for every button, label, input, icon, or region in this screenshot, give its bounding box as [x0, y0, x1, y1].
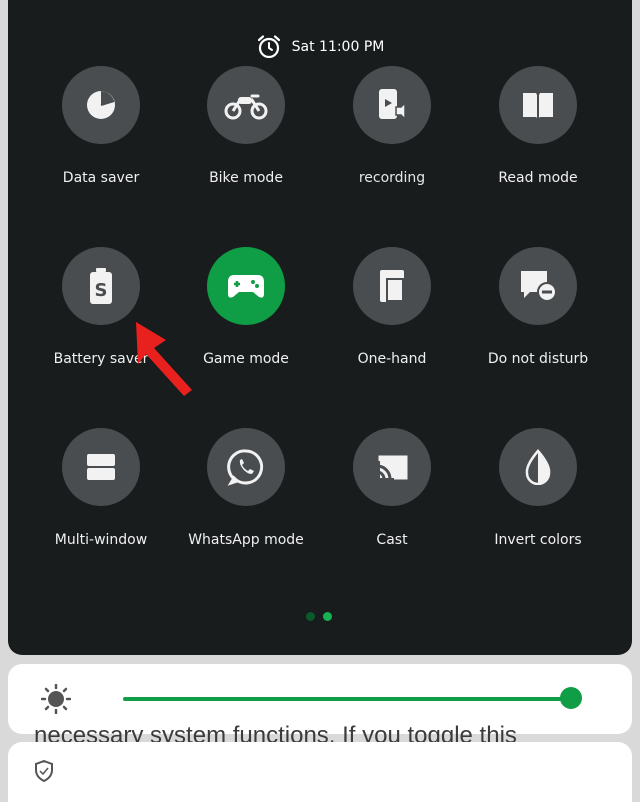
tile-label: WhatsApp mode [188, 532, 304, 548]
brightness-slider-thumb[interactable] [560, 687, 583, 709]
status-time: Sat 11:00 PM [291, 39, 385, 55]
tile-label: One-hand [357, 351, 427, 367]
status-bar: Sat 11:00 PM [0, 34, 640, 60]
svg-text:S: S [95, 280, 108, 301]
brightness-slider-track[interactable] [123, 697, 578, 701]
book-icon [499, 66, 577, 144]
security-card [8, 742, 632, 802]
alarm-clock-icon [256, 34, 282, 60]
tile-bike-mode[interactable]: Bike mode [173, 66, 319, 186]
one-hand-icon [353, 247, 431, 325]
tile-label: Data saver [62, 170, 140, 186]
tile-cast[interactable]: Cast [319, 428, 465, 548]
brightness-sun-icon [40, 683, 72, 718]
page-dot-1[interactable] [306, 612, 315, 621]
tile-read-mode[interactable]: Read mode [465, 66, 611, 186]
tile-do-not-disturb[interactable]: Do not disturb [465, 247, 611, 367]
tile-label: Multi-window [54, 532, 148, 548]
screen-recording-icon [353, 66, 431, 144]
tile-screen-recording[interactable]: recording [319, 66, 465, 186]
motorcycle-icon [207, 66, 285, 144]
do-not-disturb-icon [499, 247, 577, 325]
pie-chart-icon [62, 66, 140, 144]
tile-invert-colors[interactable]: Invert colors [465, 428, 611, 548]
gamepad-icon [207, 247, 285, 325]
page-dot-2[interactable] [323, 612, 332, 621]
tile-label: Cast [376, 532, 408, 548]
tile-one-hand[interactable]: One-hand [319, 247, 465, 367]
tile-label: Invert colors [494, 532, 582, 548]
tile-label: recording [358, 170, 426, 186]
tile-whatsapp-mode[interactable]: WhatsApp mode [173, 428, 319, 548]
annotation-arrow [136, 322, 192, 396]
cast-icon [353, 428, 431, 506]
tile-data-saver[interactable]: Data saver [28, 66, 174, 186]
invert-colors-icon [499, 428, 577, 506]
battery-saver-icon: S [62, 247, 140, 325]
whatsapp-icon [207, 428, 285, 506]
tile-multi-window[interactable]: Multi-window [28, 428, 174, 548]
tile-label: Do not disturb [487, 351, 589, 367]
multi-window-icon [62, 428, 140, 506]
tile-label: Read mode [498, 170, 578, 186]
tile-label: Bike mode [209, 170, 283, 186]
shield-icon [34, 759, 54, 786]
page-indicator[interactable] [306, 612, 332, 621]
